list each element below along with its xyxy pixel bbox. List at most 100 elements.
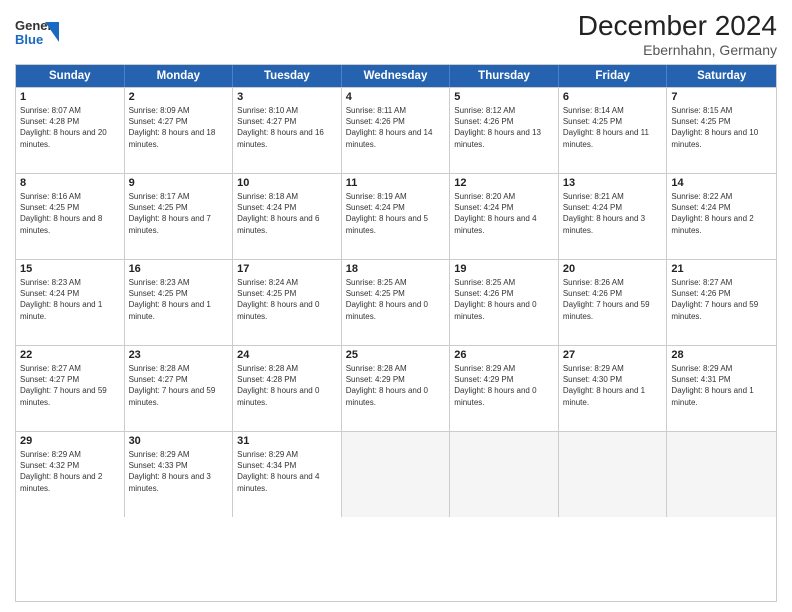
cell-info: Sunrise: 8:27 AM Sunset: 4:27 PM Dayligh… — [20, 363, 120, 408]
table-row: 28 Sunrise: 8:29 AM Sunset: 4:31 PM Dayl… — [667, 346, 776, 431]
table-row — [559, 432, 668, 517]
day-number: 19 — [454, 263, 554, 275]
cell-info: Sunrise: 8:07 AM Sunset: 4:28 PM Dayligh… — [20, 105, 120, 150]
day-number: 26 — [454, 349, 554, 361]
header: General Blue December 2024 Ebernhahn, Ge… — [15, 10, 777, 58]
table-row: 16 Sunrise: 8:23 AM Sunset: 4:25 PM Dayl… — [125, 260, 234, 345]
table-row — [667, 432, 776, 517]
header-saturday: Saturday — [667, 65, 776, 87]
cell-info: Sunrise: 8:29 AM Sunset: 4:29 PM Dayligh… — [454, 363, 554, 408]
day-number: 4 — [346, 91, 446, 103]
table-row: 26 Sunrise: 8:29 AM Sunset: 4:29 PM Dayl… — [450, 346, 559, 431]
day-number: 20 — [563, 263, 663, 275]
day-number: 8 — [20, 177, 120, 189]
calendar-week-3: 22 Sunrise: 8:27 AM Sunset: 4:27 PM Dayl… — [16, 345, 776, 431]
table-row: 14 Sunrise: 8:22 AM Sunset: 4:24 PM Dayl… — [667, 174, 776, 259]
table-row: 17 Sunrise: 8:24 AM Sunset: 4:25 PM Dayl… — [233, 260, 342, 345]
cell-info: Sunrise: 8:25 AM Sunset: 4:25 PM Dayligh… — [346, 277, 446, 322]
cell-info: Sunrise: 8:28 AM Sunset: 4:29 PM Dayligh… — [346, 363, 446, 408]
day-number: 6 — [563, 91, 663, 103]
header-thursday: Thursday — [450, 65, 559, 87]
day-number: 18 — [346, 263, 446, 275]
table-row: 27 Sunrise: 8:29 AM Sunset: 4:30 PM Dayl… — [559, 346, 668, 431]
day-number: 17 — [237, 263, 337, 275]
cell-info: Sunrise: 8:15 AM Sunset: 4:25 PM Dayligh… — [671, 105, 772, 150]
table-row: 24 Sunrise: 8:28 AM Sunset: 4:28 PM Dayl… — [233, 346, 342, 431]
page-subtitle: Ebernhahn, Germany — [578, 42, 777, 58]
cell-info: Sunrise: 8:10 AM Sunset: 4:27 PM Dayligh… — [237, 105, 337, 150]
calendar-week-0: 1 Sunrise: 8:07 AM Sunset: 4:28 PM Dayli… — [16, 87, 776, 173]
table-row: 8 Sunrise: 8:16 AM Sunset: 4:25 PM Dayli… — [16, 174, 125, 259]
table-row: 3 Sunrise: 8:10 AM Sunset: 4:27 PM Dayli… — [233, 88, 342, 173]
table-row: 19 Sunrise: 8:25 AM Sunset: 4:26 PM Dayl… — [450, 260, 559, 345]
table-row: 23 Sunrise: 8:28 AM Sunset: 4:27 PM Dayl… — [125, 346, 234, 431]
day-number: 12 — [454, 177, 554, 189]
table-row — [450, 432, 559, 517]
day-number: 16 — [129, 263, 229, 275]
day-number: 15 — [20, 263, 120, 275]
day-number: 13 — [563, 177, 663, 189]
day-number: 9 — [129, 177, 229, 189]
table-row: 4 Sunrise: 8:11 AM Sunset: 4:26 PM Dayli… — [342, 88, 451, 173]
header-monday: Monday — [125, 65, 234, 87]
cell-info: Sunrise: 8:14 AM Sunset: 4:25 PM Dayligh… — [563, 105, 663, 150]
day-number: 30 — [129, 435, 229, 447]
day-number: 7 — [671, 91, 772, 103]
cell-info: Sunrise: 8:21 AM Sunset: 4:24 PM Dayligh… — [563, 191, 663, 236]
cell-info: Sunrise: 8:11 AM Sunset: 4:26 PM Dayligh… — [346, 105, 446, 150]
day-number: 25 — [346, 349, 446, 361]
table-row: 12 Sunrise: 8:20 AM Sunset: 4:24 PM Dayl… — [450, 174, 559, 259]
day-number: 2 — [129, 91, 229, 103]
table-row: 5 Sunrise: 8:12 AM Sunset: 4:26 PM Dayli… — [450, 88, 559, 173]
day-number: 5 — [454, 91, 554, 103]
cell-info: Sunrise: 8:29 AM Sunset: 4:33 PM Dayligh… — [129, 449, 229, 494]
calendar-week-2: 15 Sunrise: 8:23 AM Sunset: 4:24 PM Dayl… — [16, 259, 776, 345]
table-row: 18 Sunrise: 8:25 AM Sunset: 4:25 PM Dayl… — [342, 260, 451, 345]
table-row: 13 Sunrise: 8:21 AM Sunset: 4:24 PM Dayl… — [559, 174, 668, 259]
logo: General Blue — [15, 14, 59, 57]
svg-text:Blue: Blue — [15, 32, 43, 47]
table-row: 15 Sunrise: 8:23 AM Sunset: 4:24 PM Dayl… — [16, 260, 125, 345]
cell-info: Sunrise: 8:23 AM Sunset: 4:24 PM Dayligh… — [20, 277, 120, 322]
calendar-week-4: 29 Sunrise: 8:29 AM Sunset: 4:32 PM Dayl… — [16, 431, 776, 517]
cell-info: Sunrise: 8:19 AM Sunset: 4:24 PM Dayligh… — [346, 191, 446, 236]
day-number: 10 — [237, 177, 337, 189]
cell-info: Sunrise: 8:17 AM Sunset: 4:25 PM Dayligh… — [129, 191, 229, 236]
day-number: 21 — [671, 263, 772, 275]
cell-info: Sunrise: 8:23 AM Sunset: 4:25 PM Dayligh… — [129, 277, 229, 322]
day-number: 31 — [237, 435, 337, 447]
cell-info: Sunrise: 8:25 AM Sunset: 4:26 PM Dayligh… — [454, 277, 554, 322]
table-row: 6 Sunrise: 8:14 AM Sunset: 4:25 PM Dayli… — [559, 88, 668, 173]
table-row: 2 Sunrise: 8:09 AM Sunset: 4:27 PM Dayli… — [125, 88, 234, 173]
header-tuesday: Tuesday — [233, 65, 342, 87]
cell-info: Sunrise: 8:29 AM Sunset: 4:34 PM Dayligh… — [237, 449, 337, 494]
table-row: 21 Sunrise: 8:27 AM Sunset: 4:26 PM Dayl… — [667, 260, 776, 345]
cell-info: Sunrise: 8:26 AM Sunset: 4:26 PM Dayligh… — [563, 277, 663, 322]
day-number: 1 — [20, 91, 120, 103]
title-block: December 2024 Ebernhahn, Germany — [578, 10, 777, 58]
day-number: 24 — [237, 349, 337, 361]
cell-info: Sunrise: 8:29 AM Sunset: 4:31 PM Dayligh… — [671, 363, 772, 408]
calendar-week-1: 8 Sunrise: 8:16 AM Sunset: 4:25 PM Dayli… — [16, 173, 776, 259]
header-friday: Friday — [559, 65, 668, 87]
calendar-header: Sunday Monday Tuesday Wednesday Thursday… — [16, 65, 776, 87]
table-row: 9 Sunrise: 8:17 AM Sunset: 4:25 PM Dayli… — [125, 174, 234, 259]
table-row: 10 Sunrise: 8:18 AM Sunset: 4:24 PM Dayl… — [233, 174, 342, 259]
table-row: 1 Sunrise: 8:07 AM Sunset: 4:28 PM Dayli… — [16, 88, 125, 173]
day-number: 3 — [237, 91, 337, 103]
day-number: 23 — [129, 349, 229, 361]
day-number: 14 — [671, 177, 772, 189]
day-number: 29 — [20, 435, 120, 447]
cell-info: Sunrise: 8:28 AM Sunset: 4:28 PM Dayligh… — [237, 363, 337, 408]
table-row — [342, 432, 451, 517]
table-row: 11 Sunrise: 8:19 AM Sunset: 4:24 PM Dayl… — [342, 174, 451, 259]
table-row: 22 Sunrise: 8:27 AM Sunset: 4:27 PM Dayl… — [16, 346, 125, 431]
page: General Blue December 2024 Ebernhahn, Ge… — [0, 0, 792, 612]
page-title: December 2024 — [578, 10, 777, 42]
cell-info: Sunrise: 8:09 AM Sunset: 4:27 PM Dayligh… — [129, 105, 229, 150]
cell-info: Sunrise: 8:29 AM Sunset: 4:30 PM Dayligh… — [563, 363, 663, 408]
cell-info: Sunrise: 8:12 AM Sunset: 4:26 PM Dayligh… — [454, 105, 554, 150]
day-number: 27 — [563, 349, 663, 361]
table-row: 25 Sunrise: 8:28 AM Sunset: 4:29 PM Dayl… — [342, 346, 451, 431]
calendar: Sunday Monday Tuesday Wednesday Thursday… — [15, 64, 777, 602]
